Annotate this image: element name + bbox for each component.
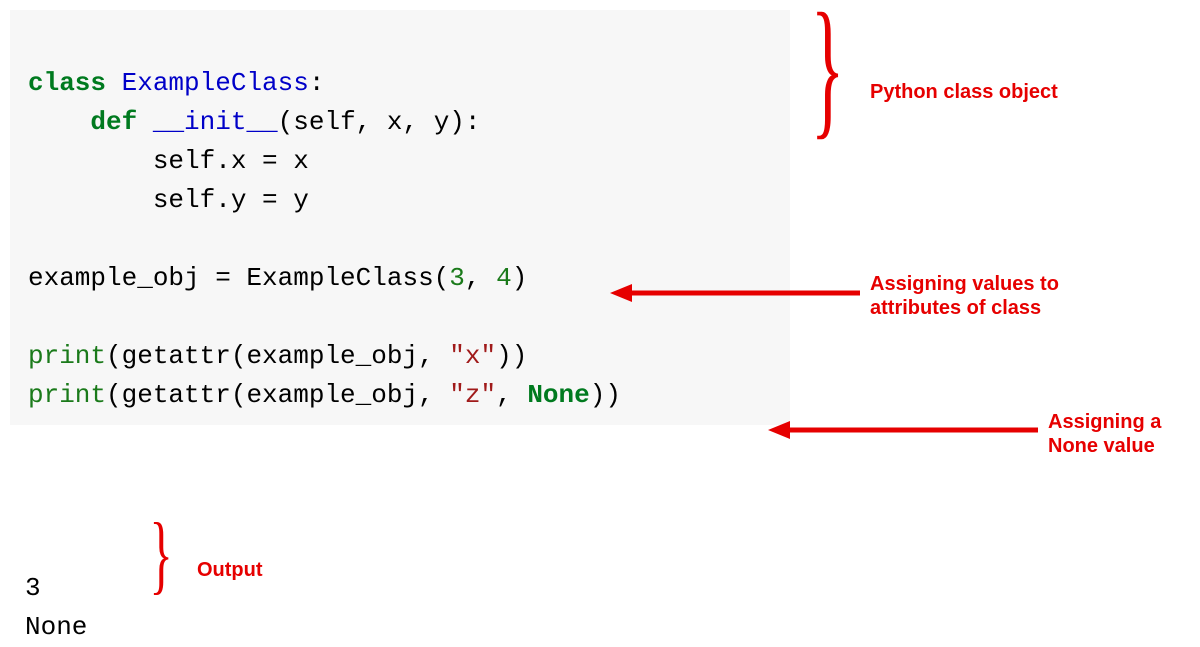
print1-call: print — [28, 341, 106, 371]
none-keyword: None — [527, 380, 589, 410]
print2-c: , — [496, 380, 527, 410]
annot-assign-values-l2: attributes of class — [870, 297, 1041, 319]
body-line-1: self.x = x — [153, 146, 309, 176]
num-1: 3 — [449, 263, 465, 293]
output-block: 3 None — [25, 530, 87, 647]
code-block: class ExampleClass: def __init__(self, x… — [10, 10, 790, 425]
annot-output: Output — [197, 558, 263, 582]
annot-assign-none-l1: Assigning a — [1048, 411, 1161, 433]
brace-icon: } — [150, 504, 173, 605]
annot-assign-none-l2: None value — [1048, 435, 1155, 457]
init-name: __init__ — [153, 107, 278, 137]
annot-assign-none: Assigning a None value — [1048, 410, 1161, 458]
print2-d: )) — [590, 380, 621, 410]
output-line-2: None — [25, 612, 87, 642]
num-2: 4 — [496, 263, 512, 293]
body-line-2: self.y = y — [153, 185, 309, 215]
colon: : — [309, 68, 325, 98]
keyword-def: def — [90, 107, 137, 137]
output-line-1: 3 — [25, 573, 41, 603]
str-z: "z" — [449, 380, 496, 410]
keyword-class: class — [28, 68, 106, 98]
print1-b: (getattr(example_obj, — [106, 341, 449, 371]
print2-b: (getattr(example_obj, — [106, 380, 449, 410]
arrow-icon — [768, 415, 1038, 445]
print2-call: print — [28, 380, 106, 410]
comma-sp: , — [465, 263, 496, 293]
def-sig-tail: (self, x, y): — [278, 107, 481, 137]
annot-class-object: Python class object — [870, 80, 1058, 104]
class-name: ExampleClass — [122, 68, 309, 98]
annot-assign-values: Assigning values to attributes of class — [870, 272, 1059, 320]
str-x: "x" — [449, 341, 496, 371]
print1-c: )) — [496, 341, 527, 371]
brace-icon: } — [811, 0, 845, 156]
obj-line-a: example_obj = ExampleClass( — [28, 263, 449, 293]
annot-assign-values-l1: Assigning values to — [870, 273, 1059, 295]
close-paren: ) — [512, 263, 528, 293]
